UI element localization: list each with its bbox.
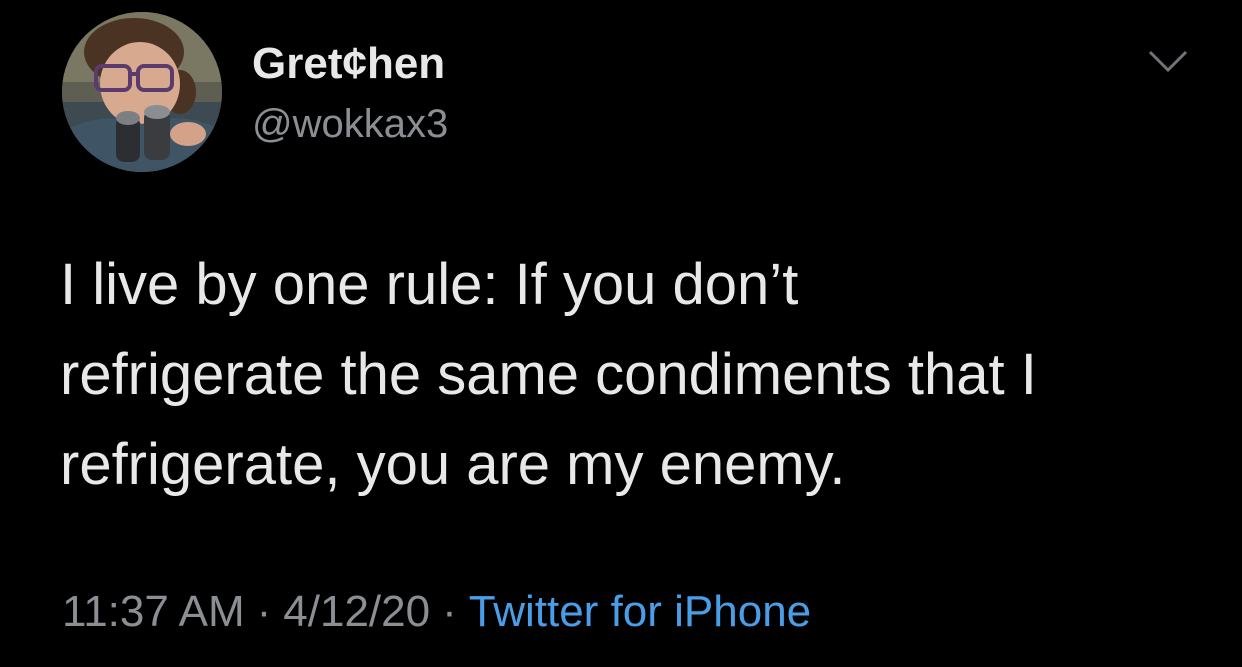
tweet-text: I live by one rule: If you don’t refrige…: [60, 240, 1200, 510]
tweet-meta: 11:37 AM · 4/12/20 · Twitter for iPhone: [62, 584, 811, 640]
tweet-text-line: refrigerate, you are my enemy.: [60, 432, 846, 497]
tweet-source-link[interactable]: Twitter for iPhone: [469, 587, 811, 636]
tweet-date[interactable]: 4/12/20: [283, 587, 430, 636]
chevron-down-icon[interactable]: [1146, 46, 1190, 76]
tweet-text-line: I live by one rule: If you don’t: [60, 252, 799, 317]
meta-separator: ·: [256, 587, 272, 636]
meta-separator: ·: [442, 587, 457, 636]
user-handle[interactable]: @wokkax3: [252, 100, 448, 148]
tweet-card: Gret¢hen @wokkax3 I live by one rule: If…: [0, 0, 1242, 667]
tweet-text-line: refrigerate the same condiments that I: [60, 342, 1037, 407]
display-name[interactable]: Gret¢hen: [252, 38, 445, 90]
avatar[interactable]: [62, 12, 222, 172]
tweet-time[interactable]: 11:37 AM: [62, 587, 245, 636]
